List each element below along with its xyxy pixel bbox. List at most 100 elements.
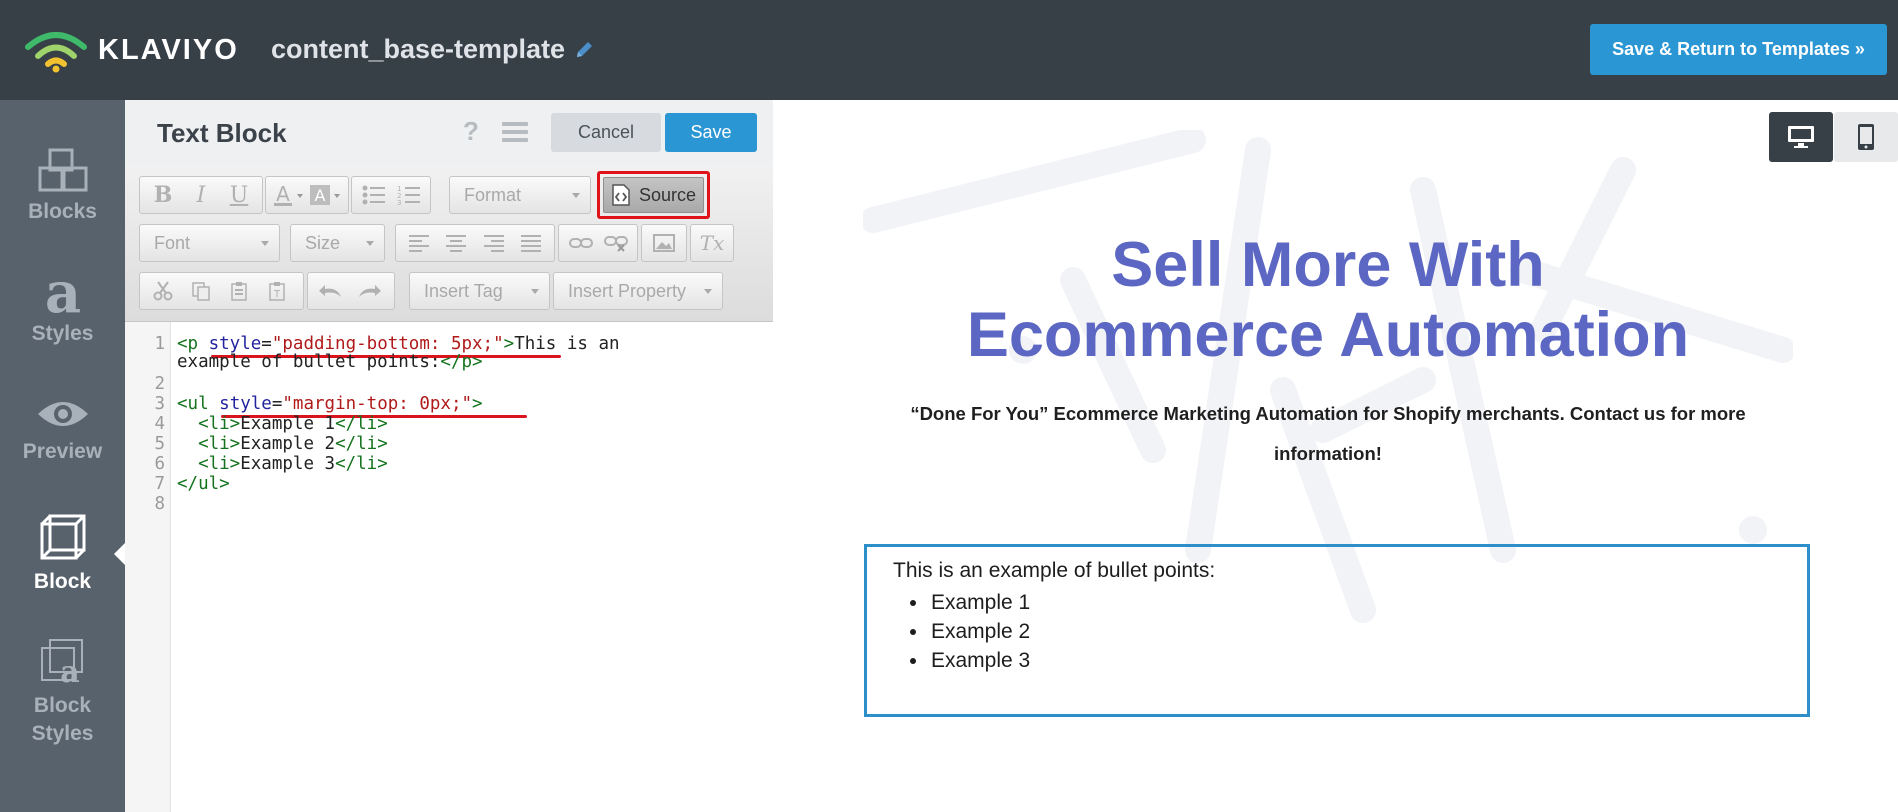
save-button[interactable]: Save (665, 113, 757, 152)
underline-button[interactable]: U (220, 179, 258, 211)
svg-text:a: a (60, 655, 79, 686)
code-line-1: <p style="padding-bottom: 5px;">This is … (177, 334, 620, 354)
cut-icon[interactable] (144, 275, 182, 307)
hero-title-line-2: Ecommerce Automation (966, 300, 1690, 370)
rich-text-toolbar: B I U A A 123 Format Source Font Size Tx… (125, 166, 773, 322)
code-token: Example 3 (240, 454, 336, 474)
link-group (558, 224, 638, 262)
line-number: 2 (154, 374, 165, 394)
code-line-4: <li>Example 1</li> (177, 414, 388, 434)
code-token: Example 2 (240, 434, 336, 454)
hero-title-line-1: Sell More With (1111, 230, 1545, 300)
code-token: </li> (335, 434, 388, 454)
source-code-editor[interactable]: 1 2 3 4 5 6 7 8 <p style="padding-bottom… (125, 322, 773, 812)
rail-item-blocks[interactable]: Blocks (0, 146, 125, 224)
pencil-icon[interactable] (573, 39, 595, 61)
rail-item-block-styles[interactable]: a Block Styles (0, 636, 125, 748)
list-item: Example 2 (929, 617, 1781, 646)
code-token: > (472, 394, 483, 414)
hero-subtitle: “Done For You” Ecommerce Marketing Autom… (910, 403, 1746, 464)
code-line-7: </ul> (177, 474, 230, 494)
rail-label-preview: Preview (22, 440, 103, 463)
desktop-icon (1788, 126, 1814, 148)
code-line-6: <li>Example 3</li> (177, 454, 388, 474)
unlink-icon[interactable] (598, 227, 633, 259)
undo-icon[interactable] (312, 275, 350, 307)
block-paragraph: This is an example of bullet points: (893, 559, 1216, 582)
numbered-list-icon[interactable]: 123 (391, 179, 426, 211)
align-left-icon[interactable] (400, 227, 438, 259)
mobile-icon (1858, 124, 1874, 150)
code-token: "margin-top: 0px;" (282, 394, 473, 414)
insert-tag-dropdown[interactable]: Insert Tag (409, 272, 550, 310)
copy-icon[interactable] (182, 275, 220, 307)
block-styles-icon: a (40, 639, 83, 686)
code-token: style (208, 334, 262, 354)
rail-item-block[interactable]: Block (0, 512, 126, 594)
italic-button[interactable]: I (182, 179, 220, 211)
history-group (307, 272, 395, 310)
bold-button[interactable]: B (144, 179, 182, 211)
menu-icon[interactable] (502, 122, 528, 142)
help-icon[interactable]: ? (463, 116, 479, 147)
svg-text:T: T (273, 289, 281, 300)
line-number: 5 (154, 434, 165, 454)
rail-label-styles: Styles (31, 322, 94, 345)
rail-item-styles[interactable]: a Styles (0, 268, 125, 346)
font-dropdown[interactable]: Font (139, 224, 280, 262)
mobile-view-button[interactable] (1834, 112, 1898, 162)
left-rail: Blocks a Styles Preview Block a Block St… (0, 100, 126, 812)
desktop-view-button[interactable] (1769, 112, 1833, 162)
source-button[interactable]: Source (603, 177, 704, 213)
code-line-5: <li>Example 2</li> (177, 434, 388, 454)
template-name[interactable]: content_base-template (271, 34, 595, 65)
svg-text:a: a (44, 268, 80, 316)
justify-icon[interactable] (513, 227, 551, 259)
hero-title: Sell More With Ecommerce Automation (863, 230, 1793, 370)
code-token: = (261, 334, 272, 354)
bulleted-list-icon[interactable] (356, 179, 391, 211)
svg-text:A: A (276, 183, 290, 206)
code-token: <ul (177, 394, 220, 414)
code-token: </li> (335, 454, 388, 474)
code-token: > (503, 334, 515, 354)
code-token: <p (177, 334, 209, 354)
line-number: 3 (154, 394, 165, 414)
save-return-button[interactable]: Save & Return to Templates » (1590, 24, 1887, 75)
size-dropdown[interactable]: Size (290, 224, 385, 262)
line-number: 4 (154, 414, 165, 434)
align-right-icon[interactable] (475, 227, 513, 259)
paste-icon[interactable] (220, 275, 258, 307)
size-label: Size (305, 232, 341, 253)
code-token: = (271, 394, 283, 414)
code-token: <li> (198, 414, 241, 434)
link-icon[interactable] (563, 227, 598, 259)
selected-text-block[interactable]: This is an example of bullet points: Exa… (864, 544, 1810, 717)
format-dropdown[interactable]: Format (449, 176, 591, 214)
clear-format-group: Tx (690, 224, 734, 262)
text-color-icon[interactable]: A (270, 179, 307, 211)
code-token: </ul> (177, 474, 230, 494)
insert-tag-label: Insert Tag (424, 280, 503, 301)
insert-property-dropdown[interactable]: Insert Property (553, 272, 723, 310)
align-center-icon[interactable] (438, 227, 476, 259)
rail-label-block: Block (33, 570, 92, 593)
list-item: Example 1 (929, 588, 1781, 617)
line-number: 1 (154, 334, 165, 354)
redo-icon[interactable] (350, 275, 388, 307)
svg-text:3: 3 (397, 199, 401, 206)
image-icon[interactable] (646, 227, 682, 259)
paste-text-icon[interactable]: T (258, 275, 296, 307)
background-color-icon[interactable]: A (307, 179, 344, 211)
block-bullet-list: Example 1 Example 2 Example 3 (929, 588, 1781, 675)
template-name-text: content_base-template (271, 34, 566, 64)
clear-format-icon[interactable]: Tx (695, 227, 729, 259)
device-toggle (1769, 112, 1898, 162)
alignment-group (395, 224, 555, 262)
cancel-button[interactable]: Cancel (551, 113, 661, 152)
code-token: <li> (198, 454, 241, 474)
list-group: 123 (351, 176, 431, 214)
klaviyo-logo[interactable]: KLAVIYO (24, 26, 239, 74)
rail-item-preview[interactable]: Preview (0, 394, 125, 464)
source-icon (612, 184, 630, 206)
